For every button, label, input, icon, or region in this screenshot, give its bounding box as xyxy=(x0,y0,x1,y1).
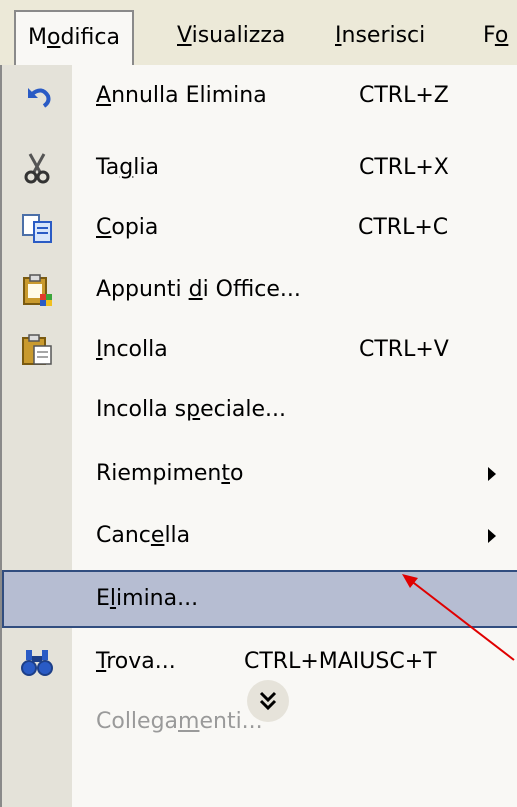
menu-item-label: Annulla Elimina xyxy=(96,83,267,108)
scissors-icon xyxy=(20,152,54,184)
undo-icon xyxy=(20,80,54,112)
menu-item-copia[interactable]: Copia CTRL+C xyxy=(2,199,517,257)
submenu-arrow-icon xyxy=(488,529,496,543)
menu-format[interactable]: Fo xyxy=(471,10,517,62)
shortcut-text: CTRL+Z xyxy=(359,83,449,108)
copy-icon xyxy=(20,212,54,244)
menu-item-elimina[interactable]: Elimina... xyxy=(2,570,517,628)
binoculars-icon xyxy=(20,646,54,678)
shortcut-text: CTRL+C xyxy=(358,215,449,240)
menu-item-annulla-elimina[interactable]: Annulla Elimina CTRL+Z xyxy=(2,67,517,125)
menu-item-label: Riempimento xyxy=(96,461,244,486)
menu-visualizza[interactable]: Visualizza xyxy=(165,10,297,62)
menu-format-label: Fo xyxy=(483,23,509,48)
shortcut-text: CTRL+V xyxy=(359,337,449,362)
shortcut-text: CTRL+X xyxy=(359,155,449,180)
office-clipboard-icon xyxy=(20,274,54,306)
menu-item-incolla-speciale[interactable]: Incolla speciale... xyxy=(2,381,517,439)
menu-item-label: Cancella xyxy=(96,523,191,548)
menu-visualizza-label: Visualizza xyxy=(177,23,286,48)
double-chevron-down-icon xyxy=(259,691,277,711)
menu-item-label: Trova... xyxy=(96,649,176,674)
menu-item-cancella[interactable]: Cancella xyxy=(2,507,517,565)
menu-item-incolla[interactable]: Incolla CTRL+V xyxy=(2,321,517,379)
menu-inserisci-label: Inserisci xyxy=(335,23,426,48)
menu-item-label: Collegamenti... xyxy=(96,709,263,734)
menu-bar: Modifica Visualizza Inserisci Fo xyxy=(0,0,517,67)
menu-item-taglia[interactable]: Taglia CTRL+X xyxy=(2,139,517,197)
menu-item-label: Elimina... xyxy=(96,586,199,611)
menu-modifica-label: Modifica xyxy=(28,25,120,50)
menu-modifica[interactable]: Modifica xyxy=(14,10,134,67)
menu-inserisci[interactable]: Inserisci xyxy=(323,10,437,62)
menu-item-label: Taglia xyxy=(96,155,159,180)
expand-menu-button[interactable] xyxy=(247,680,289,722)
submenu-arrow-icon xyxy=(488,467,496,481)
menu-item-label: Copia xyxy=(96,215,159,240)
menu-item-appunti-office[interactable]: Appunti di Office... xyxy=(2,261,517,319)
menu-item-label: Incolla xyxy=(96,337,168,362)
menu-item-label: Incolla speciale... xyxy=(96,397,286,422)
menu-item-riempimento[interactable]: Riempimento xyxy=(2,445,517,503)
paste-icon xyxy=(20,334,54,366)
menu-item-label: Appunti di Office... xyxy=(96,277,301,302)
